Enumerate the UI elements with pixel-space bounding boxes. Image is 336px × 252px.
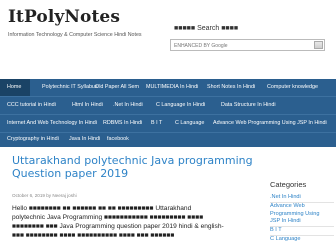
post-body-line-2: polytechnic Java Programming ■■■■■■■■■■■… bbox=[12, 214, 204, 221]
category-link-bit[interactable]: B I T bbox=[270, 226, 334, 235]
post-title-line-1[interactable]: Uttarakhand polytechnic Java programming bbox=[12, 154, 262, 167]
nav-item-multimedia-in-hindi[interactable]: MULTIMEDIA In Hindi bbox=[146, 79, 198, 96]
site-title[interactable]: ItPolyNotes bbox=[8, 7, 120, 27]
nav-item-rdbms-in-hindi[interactable]: RDBMS In Hindi bbox=[103, 115, 142, 132]
search-input[interactable] bbox=[173, 41, 262, 50]
nav-item-polytechnic-it-syllabus[interactable]: Polytechnic IT Syllabus bbox=[42, 79, 98, 96]
search-box bbox=[170, 39, 325, 51]
post-meta: October 6, 2019 by Neeraj joshi bbox=[12, 193, 77, 198]
category-link-c-language[interactable]: C Language bbox=[270, 234, 334, 244]
nav-item-home[interactable]: Home bbox=[0, 79, 30, 96]
post-title-line-2[interactable]: Question paper 2019 bbox=[12, 167, 262, 180]
site-tagline: Information Technology & Computer Scienc… bbox=[8, 32, 142, 38]
nav-row-2: CCC tutorial in Hindi Html In Hindi .Net… bbox=[0, 97, 336, 114]
nav-item-java-in-hindi[interactable]: Java In Hindi bbox=[69, 131, 100, 148]
nav-item-facebook[interactable]: facebook bbox=[107, 131, 129, 148]
nav-item-dotnet-in-hindi[interactable]: .Net In Hindi bbox=[113, 97, 143, 114]
main-nav: Home Polytechnic IT Syllabus Old Paper A… bbox=[0, 79, 336, 147]
nav-item-advance-web-programming[interactable]: Advance Web Programming Using JSP In Hin… bbox=[213, 115, 327, 132]
category-link-dotnet[interactable]: .Net In Hindi bbox=[270, 194, 334, 202]
nav-row-4: Cryptography in Hindi Java In Hindi face… bbox=[0, 131, 336, 148]
nav-item-internet-and-web-technology[interactable]: Internet And Web Technology In Hindi bbox=[7, 115, 97, 132]
post-body-line-3: ■■■■■■■■ ■■■ Java Programming question p… bbox=[12, 223, 224, 230]
nav-row-1: Home Polytechnic IT Syllabus Old Paper A… bbox=[0, 79, 336, 96]
categories-list: .Net In Hindi Advance Web Programming Us… bbox=[270, 194, 334, 244]
post-body: Hello ■■■■■■■■ ■■ ■■■■■■ ■■ ■■ ■■■■■■■■■… bbox=[12, 204, 254, 240]
nav-item-data-structure-in-hindi[interactable]: Data Structure In Hindi bbox=[221, 97, 276, 114]
category-link-advance-web-2[interactable]: Programming Using bbox=[270, 211, 334, 219]
nav-item-c-language[interactable]: C Language bbox=[175, 115, 204, 132]
nav-item-old-paper-all-sem[interactable]: Old Paper All Sem bbox=[95, 79, 139, 96]
nav-item-cryptography-in-hindi[interactable]: Cryptography in Hindi bbox=[7, 131, 59, 148]
nav-item-bit[interactable]: B I T bbox=[151, 115, 162, 132]
search-button[interactable] bbox=[314, 41, 323, 49]
nav-item-html-in-hindi[interactable]: Html In Hindi bbox=[72, 97, 103, 114]
nav-item-c-language-in-hindi[interactable]: C Language In Hindi bbox=[156, 97, 205, 114]
categories-title: Categories bbox=[270, 180, 307, 189]
category-link-advance-web-3[interactable]: JSP In Hindi bbox=[270, 218, 334, 226]
search-label: ■■■■■ Search ■■■■ bbox=[174, 25, 239, 32]
nav-row-3: Internet And Web Technology In Hindi RDB… bbox=[0, 115, 336, 132]
nav-item-computer-knowledge[interactable]: Computer knowledge bbox=[267, 79, 318, 96]
post-title[interactable]: Uttarakhand polytechnic Java programming… bbox=[12, 154, 262, 180]
post-body-line-1: Hello ■■■■■■■■ ■■ ■■■■■■ ■■ ■■ ■■■■■■■■■… bbox=[12, 205, 192, 212]
nav-item-ccc-tutorial[interactable]: CCC tutorial in Hindi bbox=[7, 97, 56, 114]
post-body-line-4: ■■■ ■■■■■■■■ ■■■■ ■■■■■■■■■■ ■■■■ ■■■ ■■… bbox=[12, 232, 175, 239]
nav-item-short-notes-in-hindi[interactable]: Short Notes In Hindi bbox=[207, 79, 255, 96]
category-link-advance-web-1[interactable]: Advance Web bbox=[270, 201, 334, 211]
